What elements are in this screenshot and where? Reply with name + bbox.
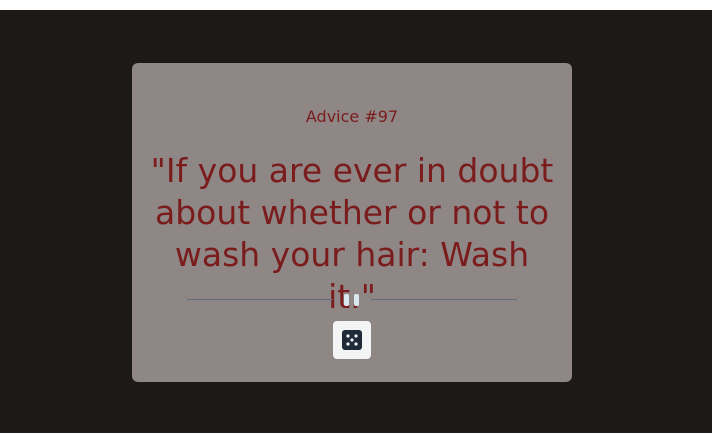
advice-card: Advice #97 "If you are ever in doubt abo… bbox=[132, 63, 572, 382]
top-strip bbox=[0, 0, 712, 10]
advice-heading: Advice #97 bbox=[305, 107, 399, 126]
divider-line-left bbox=[187, 299, 333, 300]
new-advice-button[interactable] bbox=[333, 321, 371, 359]
divider bbox=[187, 292, 517, 308]
pause-icon bbox=[344, 294, 360, 306]
dice-icon bbox=[342, 330, 362, 350]
divider-line-right bbox=[371, 299, 517, 300]
